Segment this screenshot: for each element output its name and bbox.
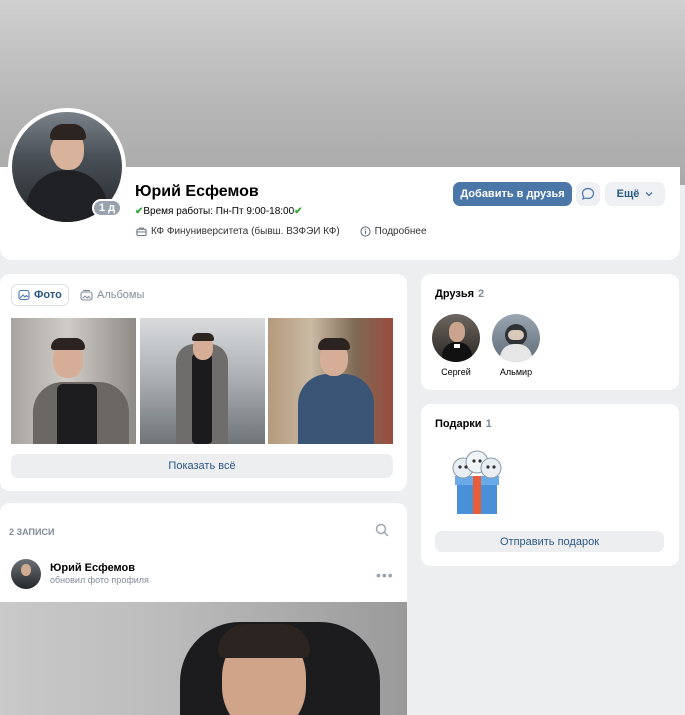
friend-name: Альмир — [499, 367, 533, 377]
friend-avatar — [492, 314, 540, 362]
photo-thumbnail[interactable] — [11, 318, 136, 444]
send-gift-button[interactable]: Отправить подарок — [435, 531, 664, 552]
photos-card: Фото Альбомы Показать всё — [0, 274, 407, 491]
more-info-link[interactable]: Подробнее — [375, 226, 427, 237]
gifts-count: 1 — [485, 418, 492, 430]
gifts-title-label: Подарки — [435, 418, 482, 430]
tab-photos[interactable]: Фото — [11, 284, 69, 306]
gifts-title[interactable]: Подарки 1 — [435, 418, 492, 430]
photo-thumbnail[interactable] — [140, 318, 265, 444]
briefcase-icon — [136, 227, 147, 237]
work-place-link[interactable]: КФ Финуниверситета (бывш. ВЗФЭИ КФ) — [151, 226, 340, 237]
message-icon — [581, 187, 595, 200]
checkmark-icon: ✔ — [294, 206, 303, 217]
last-seen-badge: 1 д — [92, 199, 123, 217]
post-action-text: обновил фото профиля — [50, 575, 149, 585]
friends-title-label: Друзья — [435, 288, 475, 300]
posts-count: 2 ЗАПИСИ — [9, 527, 55, 537]
status-text: Время работы: Пн-Пт 9:00-18:00 — [143, 206, 295, 217]
post-author-avatar[interactable] — [11, 559, 41, 589]
add-friend-button[interactable]: Добавить в друзья — [453, 182, 572, 206]
photo-icon — [18, 289, 30, 301]
search-icon[interactable] — [375, 523, 389, 537]
posts-card: 2 ЗАПИСИ Юрий Есфемов обновил фото профи… — [0, 503, 407, 715]
profile-name: Юрий Есфемов — [135, 183, 259, 200]
friend-item[interactable]: Сергей — [431, 314, 481, 377]
photo-thumbnail[interactable] — [268, 318, 393, 444]
gift-box-icon — [452, 450, 502, 514]
friends-card: Друзья 2 Сергей Альмир — [421, 274, 679, 390]
more-button[interactable]: Ещё — [605, 182, 665, 206]
tab-photos-label: Фото — [34, 289, 62, 301]
info-icon — [360, 226, 371, 237]
post-author-name[interactable]: Юрий Есфемов — [50, 562, 135, 574]
friends-title[interactable]: Друзья 2 — [435, 288, 484, 300]
tab-albums-label: Альбомы — [97, 289, 145, 301]
friends-count: 2 — [478, 288, 485, 300]
message-button[interactable] — [576, 182, 600, 206]
gift-item[interactable] — [443, 442, 509, 518]
post-photo[interactable] — [0, 602, 407, 715]
friend-avatar — [432, 314, 480, 362]
profile-status: ✔Время работы: Пн-Пт 9:00-18:00✔ — [135, 206, 303, 217]
friend-name: Сергей — [441, 367, 471, 377]
gifts-card: Подарки 1 Отправить подарок — [421, 404, 679, 566]
more-dots-icon[interactable]: ••• — [376, 567, 394, 583]
tab-albums[interactable]: Альбомы — [74, 284, 150, 306]
show-all-photos-button[interactable]: Показать всё — [11, 454, 393, 478]
more-button-label: Ещё — [616, 188, 640, 200]
albums-icon — [80, 289, 93, 301]
chevron-down-icon — [645, 192, 653, 197]
profile-info-row: КФ Финуниверситета (бывш. ВЗФЭИ КФ) Подр… — [136, 226, 427, 237]
friend-item[interactable]: Альмир — [491, 314, 541, 377]
